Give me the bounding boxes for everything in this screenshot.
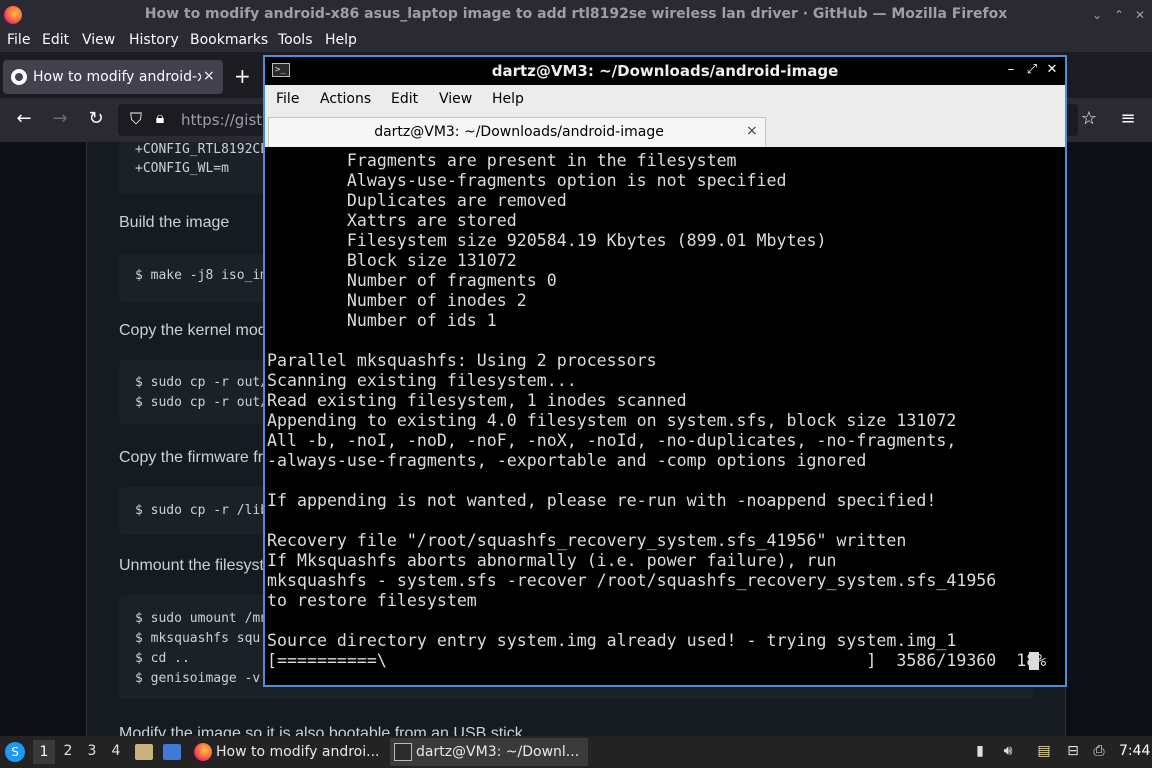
bookmark-star-icon[interactable]: ☆: [1077, 108, 1101, 129]
terminal-line: Always-use-fragments option is not speci…: [267, 171, 787, 190]
code-line: $ sudo cp -r out/: [135, 375, 269, 390]
terminal-tabbar: dartz@VM3: ~/Downloads/android-image ×: [265, 115, 1065, 147]
terminal-line: Scanning existing filesystem...: [267, 371, 577, 390]
minimize-icon[interactable]: ⌄: [1088, 7, 1106, 23]
terminal-line: Source directory entry system.img alread…: [267, 631, 957, 650]
menu-actions[interactable]: Actions: [320, 91, 371, 107]
taskbar-task-terminal[interactable]: dartz@VM3: ~/Downl...: [390, 738, 588, 766]
notes-icon[interactable]: ▤: [1035, 743, 1053, 759]
terminal-line: Appending to existing 4.0 filesystem on …: [267, 411, 957, 430]
code-line: $ sudo umount /mnt: [135, 611, 276, 626]
menu-file[interactable]: File: [276, 91, 299, 107]
maximize-icon[interactable]: ⤢: [1024, 62, 1040, 77]
firefox-titlebar: How to modify android-x86 asus_laptop im…: [0, 0, 1152, 30]
start-menu-icon[interactable]: S: [5, 742, 25, 762]
code-line: +CONFIG_RTL8192CE=m: [135, 142, 284, 157]
heading-build: Build the image: [119, 214, 230, 231]
terminal-line: All -b, -noI, -noD, -noF, -noX, -noId, -…: [267, 431, 957, 450]
menu-view[interactable]: View: [82, 32, 115, 48]
terminal-tab[interactable]: dartz@VM3: ~/Downloads/android-image ×: [268, 117, 766, 147]
firefox-window-title: How to modify android-x86 asus_laptop im…: [144, 6, 1008, 22]
heading-unmount: Unmount the filesystem: [119, 557, 287, 574]
clock: 7:44: [1119, 743, 1151, 759]
network-icon[interactable]: ⊟: [1064, 743, 1082, 759]
terminal-line: Read existing filesystem, 1 inodes scann…: [267, 391, 687, 410]
terminal-line: Recovery file "/root/squashfs_recovery_s…: [267, 531, 907, 550]
reload-icon[interactable]: ↻: [84, 108, 108, 129]
terminal-cursor: [1029, 652, 1039, 670]
terminal-icon: [394, 743, 412, 761]
tab-close-icon[interactable]: ×: [746, 123, 758, 139]
forward-arrow-icon[interactable]: →: [48, 108, 72, 129]
menu-help[interactable]: Help: [325, 32, 357, 48]
terminal-titlebar[interactable]: >_ dartz@VM3: ~/Downloads/android-image …: [265, 57, 1065, 85]
terminal-line: mksquashfs - system.sfs -recover /root/s…: [267, 571, 997, 590]
menu-history[interactable]: History: [129, 32, 179, 48]
shield-icon[interactable]: ⛉: [124, 109, 148, 129]
menu-tools[interactable]: Tools: [278, 32, 313, 48]
workspace-3[interactable]: 3: [81, 743, 103, 759]
workspace-4[interactable]: 4: [105, 743, 127, 759]
lock-icon[interactable]: 🔒︎: [148, 108, 172, 128]
tab-close-icon[interactable]: ×: [203, 68, 215, 84]
hamburger-menu-icon[interactable]: ≡: [1116, 108, 1140, 129]
minimize-icon[interactable]: –: [1003, 62, 1019, 77]
terminal-progress-line: [==========\ ] 3586/19360 18%: [267, 651, 1047, 670]
terminal-output[interactable]: Fragments are present in the filesystem …: [267, 149, 1063, 683]
firefox-icon: [194, 743, 212, 761]
taskbar: S 1 2 3 4 How to modify androi... dartz@…: [0, 736, 1152, 768]
menu-help[interactable]: Help: [492, 91, 524, 107]
github-icon: [11, 69, 27, 85]
terminal-line: Block size 131072: [267, 251, 517, 270]
code-line: $ make -j8 iso_img: [135, 268, 276, 283]
taskbar-task-label: dartz@VM3: ~/Downl...: [416, 744, 580, 760]
desktop-icon[interactable]: [163, 744, 181, 760]
workspace-2[interactable]: 2: [57, 743, 79, 759]
update-icon[interactable]: ⎙: [1090, 743, 1108, 759]
terminal-line: Duplicates are removed: [267, 191, 567, 210]
browser-tab-label: How to modify android-x86 asus_laptop im…: [33, 69, 201, 85]
code-line: +CONFIG_WL=m: [135, 161, 229, 176]
terminal-window[interactable]: >_ dartz@VM3: ~/Downloads/android-image …: [263, 55, 1067, 687]
taskbar-task-firefox[interactable]: How to modify androi...: [190, 738, 386, 766]
close-icon[interactable]: ✕: [1131, 7, 1149, 23]
terminal-line: If Mksquashfs aborts abnormally (i.e. po…: [267, 551, 837, 570]
terminal-line: Filesystem size 920584.19 Kbytes (899.01…: [267, 231, 827, 250]
terminal-line: to restore filesystem: [267, 591, 477, 610]
menu-bookmarks[interactable]: Bookmarks: [190, 32, 268, 48]
code-line: $ sudo cp -r /lib/: [135, 503, 276, 518]
terminal-line: Parallel mksquashfs: Using 2 processors: [267, 351, 657, 370]
menu-file[interactable]: File: [7, 32, 30, 48]
browser-tab[interactable]: How to modify android-x86 asus_laptop im…: [3, 60, 223, 94]
terminal-line: Number of ids 1: [267, 311, 497, 330]
menu-edit[interactable]: Edit: [42, 32, 69, 48]
terminal-line: Number of inodes 2: [267, 291, 527, 310]
close-icon[interactable]: ✕: [1044, 62, 1060, 77]
volume-icon[interactable]: 🔊︎: [999, 743, 1017, 759]
firefox-menubar: File Edit View History Bookmarks Tools H…: [0, 30, 1152, 52]
terminal-line: Number of fragments 0: [267, 271, 557, 290]
back-arrow-icon[interactable]: ←: [12, 108, 36, 129]
workspace-1[interactable]: 1: [33, 740, 55, 764]
code-line: $ genisoimage -v: [135, 671, 261, 686]
menu-view[interactable]: View: [439, 91, 472, 107]
terminal-line: If appending is not wanted, please re-ru…: [267, 491, 937, 510]
heading-usb: Modify the image so it is also bootable …: [119, 725, 523, 736]
taskbar-task-label: How to modify androi...: [216, 744, 380, 760]
terminal-line: -always-use-fragments, -exportable and -…: [267, 451, 867, 470]
file-manager-icon[interactable]: [135, 744, 153, 760]
code-line: $ mksquashfs squ: [135, 631, 261, 646]
terminal-tab-label: dartz@VM3: ~/Downloads/android-image: [374, 124, 664, 140]
maximize-icon[interactable]: ⌃: [1110, 7, 1128, 23]
heading-copy-firmware: Copy the firmware from: [119, 449, 286, 466]
code-line: $ cd ..: [135, 651, 190, 666]
terminal-line: Xattrs are stored: [267, 211, 517, 230]
clipboard-icon[interactable]: ▮: [971, 743, 989, 759]
terminal-line: Fragments are present in the filesystem: [267, 151, 737, 170]
menu-edit[interactable]: Edit: [391, 91, 418, 107]
terminal-menubar: File Actions Edit View Help: [265, 85, 1065, 115]
new-tab-button[interactable]: +: [234, 64, 251, 88]
code-line: $ sudo cp -r out/: [135, 395, 269, 410]
terminal-window-title: dartz@VM3: ~/Downloads/android-image: [491, 62, 839, 80]
